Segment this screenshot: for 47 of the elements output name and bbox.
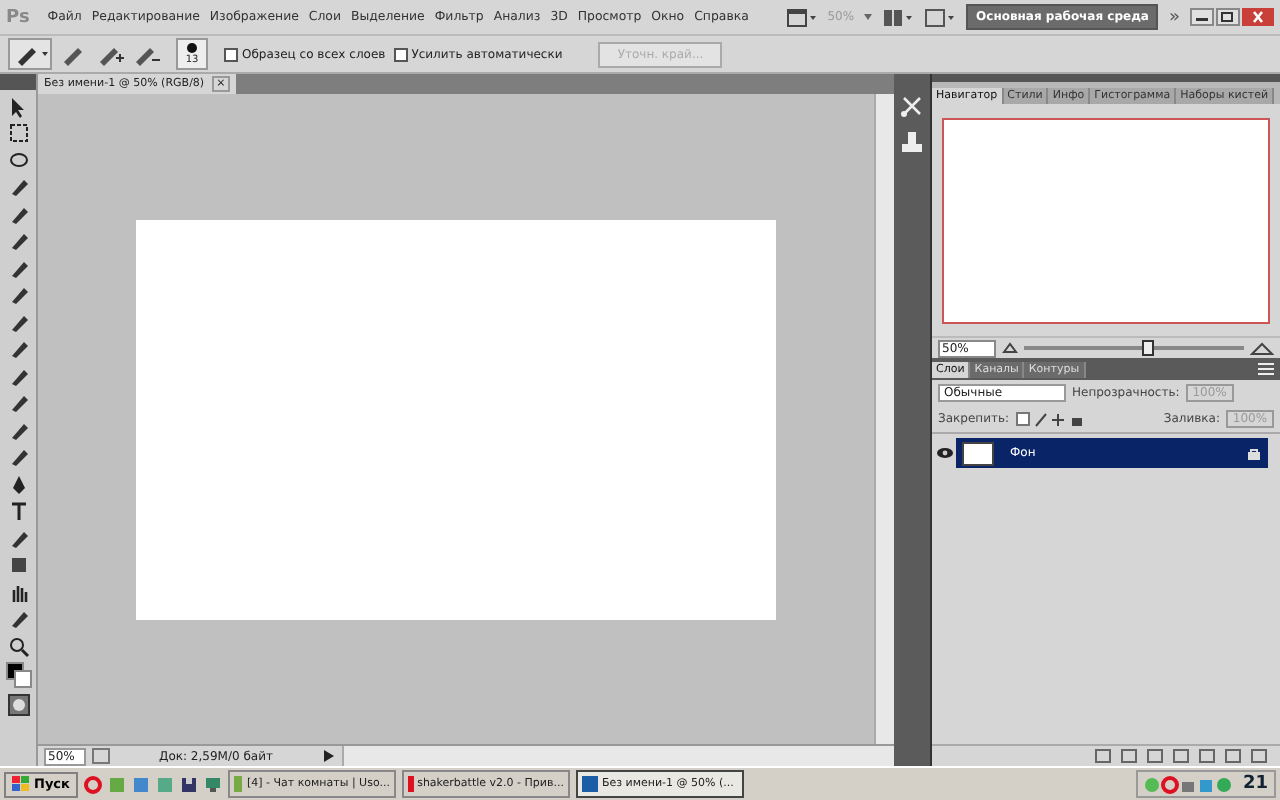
more-button[interactable]: » bbox=[1168, 7, 1180, 27]
close-icon[interactable] bbox=[1242, 8, 1274, 26]
color-swatches-icon[interactable] bbox=[5, 662, 31, 688]
layer-thumbnail bbox=[962, 441, 994, 465]
marquee-tool-icon[interactable] bbox=[7, 122, 29, 144]
arrange-icon[interactable] bbox=[882, 7, 915, 27]
lock-options-icon[interactable] bbox=[1015, 411, 1084, 427]
zoom-out-icon[interactable] bbox=[1002, 342, 1018, 354]
shape-tool-icon[interactable] bbox=[7, 554, 29, 576]
app-logo: Ps bbox=[6, 7, 30, 27]
tool-preset-icon[interactable] bbox=[8, 38, 52, 70]
zoom-in-icon[interactable] bbox=[1250, 341, 1274, 355]
status-arrow-icon[interactable] bbox=[322, 748, 336, 764]
move-tool-icon[interactable] bbox=[7, 95, 29, 117]
zoom-tool-icon[interactable] bbox=[7, 635, 29, 657]
app-icon bbox=[407, 776, 414, 792]
clock-text: 21 bbox=[1242, 774, 1268, 794]
horizontal-scrollbar[interactable] bbox=[342, 746, 894, 766]
restore-icon[interactable] bbox=[1216, 8, 1240, 26]
hand-tool-icon[interactable] bbox=[7, 581, 29, 603]
brush-dot-icon bbox=[186, 42, 198, 54]
stamp-icon[interactable] bbox=[900, 130, 924, 154]
subtract-selection-icon[interactable] bbox=[132, 42, 160, 66]
lasso-tool-icon[interactable] bbox=[7, 149, 29, 171]
monitor-icon[interactable] bbox=[203, 775, 222, 793]
screen-mode-icon[interactable] bbox=[785, 7, 818, 27]
quick-mask-icon[interactable] bbox=[7, 693, 29, 715]
caret-icon[interactable] bbox=[864, 14, 873, 20]
panel-menu-icon[interactable] bbox=[1258, 362, 1274, 376]
opera-icon[interactable] bbox=[83, 775, 102, 793]
add-selection-icon[interactable] bbox=[96, 42, 124, 66]
type-tool-icon[interactable] bbox=[7, 500, 29, 522]
minimize-icon[interactable] bbox=[1190, 8, 1214, 26]
system-tray-icons[interactable] bbox=[1144, 775, 1237, 793]
pen-tool-icon[interactable] bbox=[7, 473, 29, 495]
app-icon bbox=[233, 776, 243, 792]
checkbox[interactable] bbox=[224, 47, 238, 61]
scissors-tool-icon[interactable] bbox=[900, 94, 924, 118]
zoom-slider-thumb[interactable] bbox=[1141, 340, 1153, 356]
app-icon bbox=[581, 776, 598, 792]
checkbox[interactable] bbox=[393, 47, 408, 61]
eye-icon[interactable] bbox=[935, 446, 953, 460]
windows-flag-icon bbox=[12, 776, 30, 792]
vertical-scrollbar[interactable] bbox=[874, 94, 894, 744]
new-selection-icon[interactable] bbox=[60, 42, 88, 66]
screen-frame-icon[interactable] bbox=[924, 7, 957, 27]
toolbar-header bbox=[0, 74, 36, 90]
